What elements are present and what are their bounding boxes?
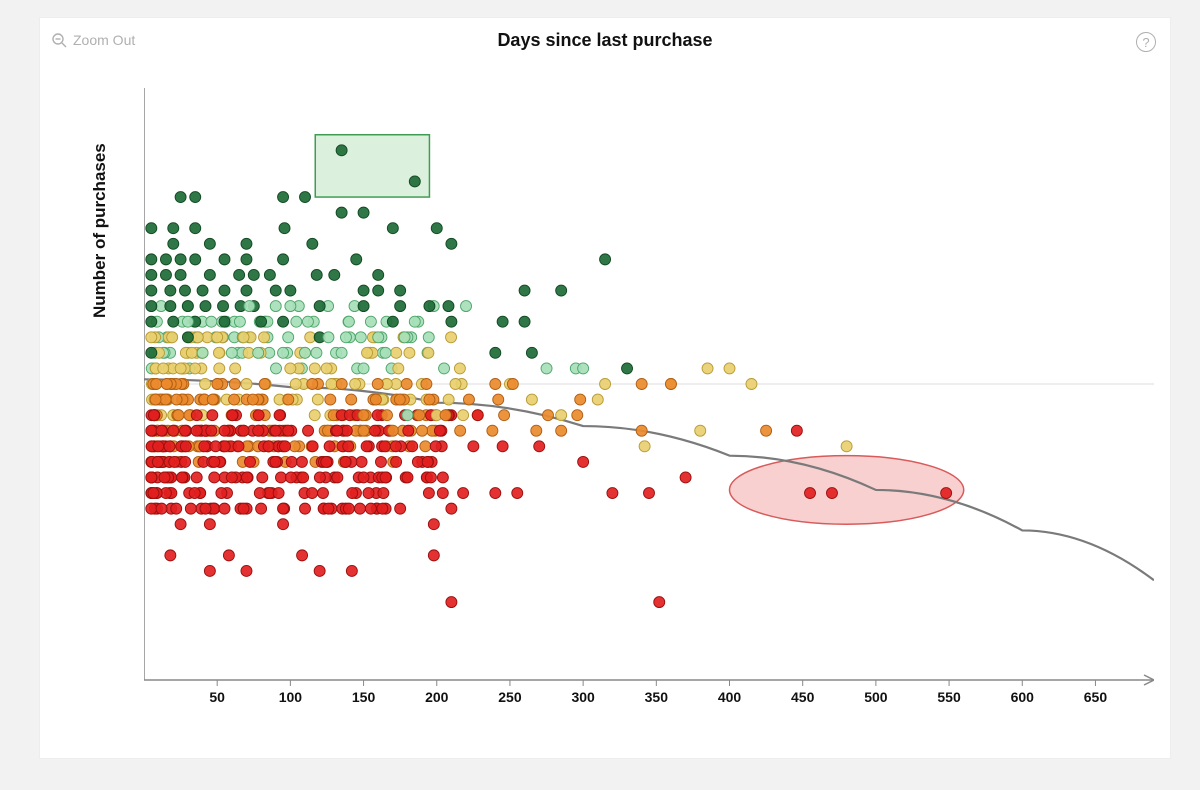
svg-text:150: 150: [352, 689, 376, 705]
svg-text:600: 600: [1011, 689, 1035, 705]
scatter-plot[interactable]: 5010015020025030035040045050055060065024…: [144, 88, 1154, 718]
svg-text:300: 300: [571, 689, 595, 705]
chart-card: Zoom Out ? Days since last purchase Numb…: [40, 18, 1170, 758]
svg-text:250: 250: [498, 689, 522, 705]
y-axis-label: Number of purchases: [90, 143, 110, 318]
svg-text:50: 50: [209, 689, 225, 705]
svg-text:350: 350: [645, 689, 669, 705]
svg-text:450: 450: [791, 689, 815, 705]
svg-text:400: 400: [718, 689, 742, 705]
svg-text:100: 100: [279, 689, 303, 705]
svg-text:550: 550: [937, 689, 961, 705]
svg-text:500: 500: [864, 689, 888, 705]
svg-text:200: 200: [425, 689, 449, 705]
chart-title: Days since last purchase: [40, 30, 1170, 51]
svg-text:650: 650: [1084, 689, 1108, 705]
